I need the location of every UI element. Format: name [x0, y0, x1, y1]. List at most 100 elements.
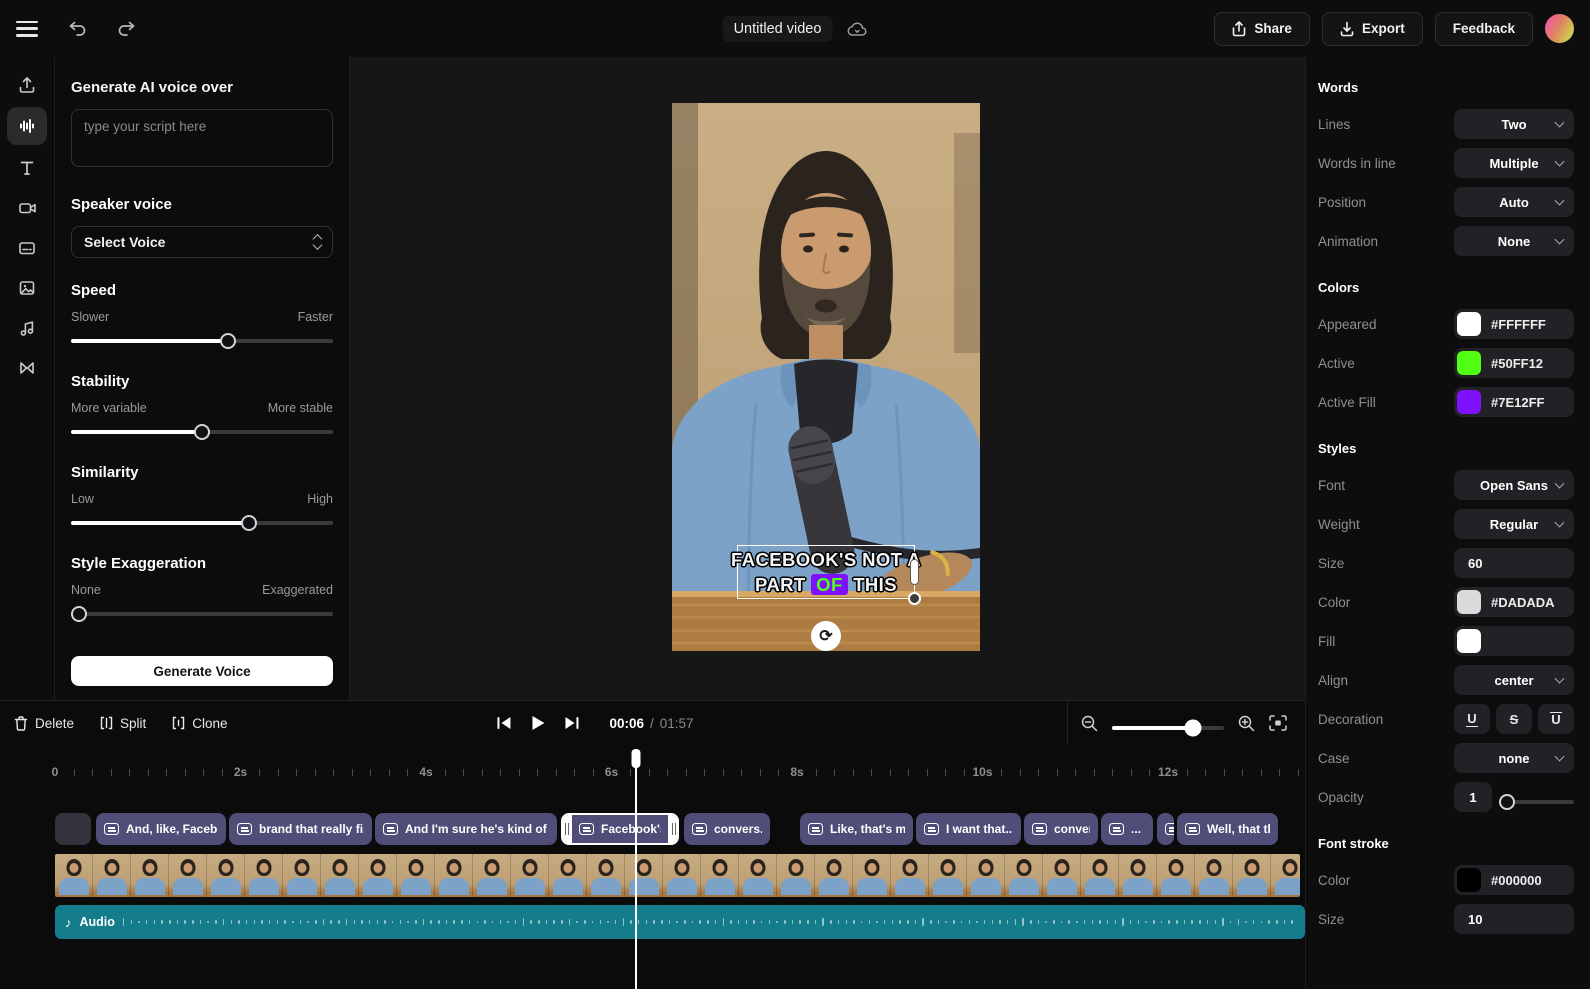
caption-clip[interactable]: convers... — [684, 813, 770, 845]
ruler-tick — [259, 769, 260, 776]
font-dropdown[interactable]: Open Sans — [1454, 470, 1574, 500]
text-color-picker[interactable]: #DADADA — [1454, 587, 1574, 617]
playhead[interactable] — [635, 749, 637, 989]
style-exaggeration-slider[interactable] — [71, 606, 333, 622]
video-track[interactable] — [55, 854, 1300, 897]
overline-icon[interactable]: U — [1538, 704, 1574, 734]
music-icon[interactable] — [7, 310, 47, 345]
text-icon[interactable] — [7, 150, 47, 185]
align-dropdown[interactable]: center — [1454, 665, 1574, 695]
caption-clip[interactable] — [55, 813, 91, 845]
trim-handle[interactable] — [561, 813, 572, 845]
waveform-bar — [231, 920, 233, 925]
caption-clip[interactable]: And, like, Faceb... — [96, 813, 226, 845]
speed-label: Speed — [71, 282, 333, 299]
caption-clip[interactable]: Like, that's m... — [800, 813, 913, 845]
underline-icon[interactable]: U — [1454, 704, 1490, 734]
active-color-picker[interactable]: #50FF12 — [1454, 348, 1574, 378]
opacity-input[interactable]: 1 — [1454, 782, 1492, 812]
panel-title: Generate AI voice over — [71, 79, 333, 96]
caption-clip-selected[interactable]: Facebook's n... — [561, 813, 679, 845]
image-icon[interactable] — [7, 270, 47, 305]
caption-active-word: OF — [811, 574, 848, 595]
opacity-slider[interactable] — [1500, 794, 1574, 810]
speed-slider[interactable] — [71, 333, 333, 349]
timeline-ruler[interactable]: 02s4s6s8s10s12s — [55, 749, 1305, 785]
appeared-color-label: Appeared — [1318, 317, 1377, 332]
waveform-bar — [576, 921, 578, 924]
stability-slider[interactable] — [71, 424, 333, 440]
script-input[interactable] — [71, 109, 333, 167]
stroke-color-picker[interactable]: #000000 — [1454, 865, 1574, 895]
captions-icon[interactable] — [7, 230, 47, 265]
captions-icon — [1185, 823, 1200, 835]
waveform-bar — [753, 920, 755, 925]
position-label: Position — [1318, 195, 1366, 210]
weight-dropdown[interactable]: Regular — [1454, 509, 1574, 539]
waveform-bar — [1191, 920, 1193, 924]
waveform-bar — [1161, 921, 1163, 923]
similarity-slider[interactable] — [71, 515, 333, 531]
audio-track[interactable]: ♪ Audio — [55, 905, 1305, 939]
share-button[interactable]: Share — [1214, 12, 1310, 46]
strikethrough-icon[interactable]: S — [1496, 704, 1532, 734]
menu-icon[interactable] — [16, 21, 38, 37]
caption-clip[interactable]: brand that really fi... — [229, 813, 372, 845]
redo-icon[interactable] — [117, 20, 136, 38]
avatar[interactable] — [1545, 14, 1574, 43]
video-thumbnail — [321, 854, 359, 897]
lines-dropdown[interactable]: Two — [1454, 109, 1574, 139]
project-title[interactable]: Untitled video — [723, 16, 833, 42]
captions-icon — [808, 823, 823, 835]
skip-back-icon[interactable] — [496, 716, 512, 730]
skip-forward-icon[interactable] — [563, 716, 579, 730]
caption-clip[interactable]: I want that... — [916, 813, 1021, 845]
caption-scale-handle[interactable] — [908, 592, 921, 605]
timeline-zoom-slider[interactable] — [1112, 720, 1224, 736]
stroke-size-input[interactable]: 10 — [1454, 904, 1574, 934]
waveform-bar — [738, 920, 740, 924]
fill-color-picker[interactable] — [1454, 626, 1574, 656]
clip-label: Well, that th... — [1207, 822, 1270, 836]
case-dropdown[interactable]: none — [1454, 743, 1574, 773]
trim-handle[interactable] — [668, 813, 679, 845]
ruler-tick — [760, 769, 761, 776]
delete-button[interactable]: Delete — [14, 716, 74, 731]
clone-button[interactable]: Clone — [172, 716, 227, 731]
voice-select[interactable]: Select Voice — [71, 226, 333, 258]
chevron-down-icon — [1555, 518, 1565, 528]
transitions-icon[interactable] — [7, 350, 47, 385]
export-button[interactable]: Export — [1322, 12, 1423, 46]
generate-voice-button[interactable]: Generate Voice — [71, 656, 333, 686]
caption-clip[interactable] — [1157, 813, 1174, 845]
caption-clip[interactable]: Well, that th... — [1177, 813, 1278, 845]
play-button[interactable] — [530, 715, 545, 731]
appeared-color-picker[interactable]: #FFFFFF — [1454, 309, 1574, 339]
caption-clip[interactable]: And I'm sure he's kind of l... — [375, 813, 557, 845]
fit-to-screen-icon[interactable] — [1269, 715, 1287, 731]
active-fill-color-picker[interactable]: #7E12FF — [1454, 387, 1574, 417]
active-fill-color-label: Active Fill — [1318, 395, 1376, 410]
split-button[interactable]: Split — [100, 716, 146, 731]
ruler-tick — [315, 769, 316, 776]
zoom-in-icon[interactable] — [1238, 715, 1255, 732]
color-swatch — [1457, 351, 1481, 375]
feedback-button[interactable]: Feedback — [1435, 12, 1533, 46]
voice-waveform-icon[interactable] — [7, 107, 47, 145]
upload-icon[interactable] — [7, 67, 47, 102]
size-input[interactable]: 60 — [1454, 548, 1574, 578]
caption-overlay[interactable]: FACEBOOK'S NOT A PART OF THIS — [737, 545, 915, 599]
video-preview[interactable]: FACEBOOK'S NOT A PART OF THIS ⟳ — [672, 103, 980, 651]
animation-dropdown[interactable]: None — [1454, 226, 1574, 256]
position-dropdown[interactable]: Auto — [1454, 187, 1574, 217]
caption-resize-handle[interactable] — [910, 559, 919, 585]
video-icon[interactable] — [7, 190, 47, 225]
rotate-button[interactable]: ⟳ — [811, 621, 841, 651]
time-display: 00:06 / 01:57 — [609, 716, 693, 731]
undo-icon[interactable] — [68, 20, 87, 38]
zoom-out-icon[interactable] — [1081, 715, 1098, 732]
words-in-line-dropdown[interactable]: Multiple — [1454, 148, 1574, 178]
caption-clip[interactable]: conver... — [1024, 813, 1098, 845]
caption-clip[interactable]: ... — [1101, 813, 1153, 845]
ruler-tick — [166, 769, 167, 776]
